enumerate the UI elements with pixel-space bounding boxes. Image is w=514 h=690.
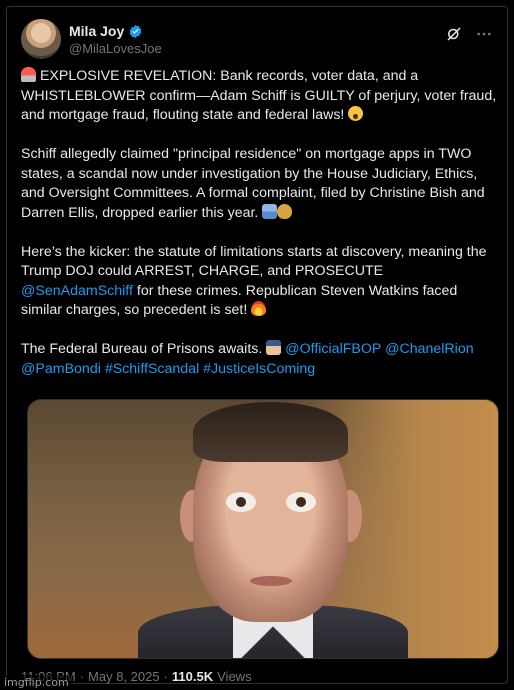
paragraph-4: The Federal Bureau of Prisons awaits. @O…	[21, 340, 497, 379]
photo-eye-right	[286, 492, 316, 512]
post-date[interactable]: May 8, 2025	[88, 669, 160, 684]
more-icon[interactable]	[475, 25, 493, 43]
name-row: Mila Joy	[69, 23, 162, 39]
mention-chanelrion[interactable]: @ChanelRion	[385, 341, 474, 357]
police-officer-emoji-icon	[266, 340, 282, 355]
photo-mouth	[250, 576, 292, 586]
photo-hair	[193, 402, 348, 462]
mention-pambondi[interactable]: @PamBondi	[21, 361, 101, 377]
paragraph-4-text: The Federal Bureau of Prisons awaits.	[21, 341, 263, 357]
paragraph-2-text: Schiff allegedly claimed "principal resi…	[21, 146, 485, 221]
meta-separator: ·	[79, 669, 85, 684]
hashtag-justiceiscoming[interactable]: #JusticeIsComing	[203, 361, 315, 377]
verified-badge-icon	[128, 24, 143, 39]
tweet-photo[interactable]	[27, 399, 499, 659]
views-count: 110.5K	[171, 669, 214, 684]
header-actions	[445, 25, 493, 43]
display-name[interactable]: Mila Joy	[69, 23, 124, 39]
fire-emoji-icon	[251, 301, 267, 316]
author-info: Mila Joy @MilaLovesJoe	[69, 23, 162, 56]
inbox-emoji-icon	[262, 203, 278, 219]
watermark-text: imgflip.com	[0, 675, 73, 690]
tweet-header: Mila Joy @MilaLovesJoe	[21, 17, 493, 61]
paragraph-2: Schiff allegedly claimed "principal resi…	[21, 145, 497, 223]
avatar[interactable]	[21, 19, 61, 59]
tweet-card: Mila Joy @MilaLovesJoe EXPLOSIVE REVELAT…	[6, 6, 508, 684]
siren-emoji-icon	[21, 67, 36, 82]
mention-officialfbop[interactable]: @OfficialFBOP	[285, 341, 381, 357]
photo-eye-left	[226, 492, 256, 512]
handle[interactable]: @MilaLovesJoe	[69, 41, 162, 56]
hashtag-schiffscandal[interactable]: #SchiffScandal	[105, 361, 199, 377]
money-bag-emoji-icon	[277, 203, 293, 219]
mention-senadamschiff[interactable]: @SenAdamSchiff	[21, 283, 133, 299]
scream-emoji-icon	[348, 106, 364, 121]
meta-separator-2: ·	[163, 669, 168, 684]
paragraph-3-text-before: Here’s the kicker: the statute of limita…	[21, 243, 487, 280]
tweet-text: EXPLOSIVE REVELATION: Bank records, vote…	[21, 67, 497, 399]
grok-icon[interactable]	[445, 25, 463, 43]
views-label: Views	[217, 669, 252, 684]
paragraph-1: EXPLOSIVE REVELATION: Bank records, vote…	[21, 67, 497, 126]
paragraph-1-text: EXPLOSIVE REVELATION: Bank records, vote…	[21, 68, 497, 123]
paragraph-3: Here’s the kicker: the statute of limita…	[21, 243, 497, 321]
